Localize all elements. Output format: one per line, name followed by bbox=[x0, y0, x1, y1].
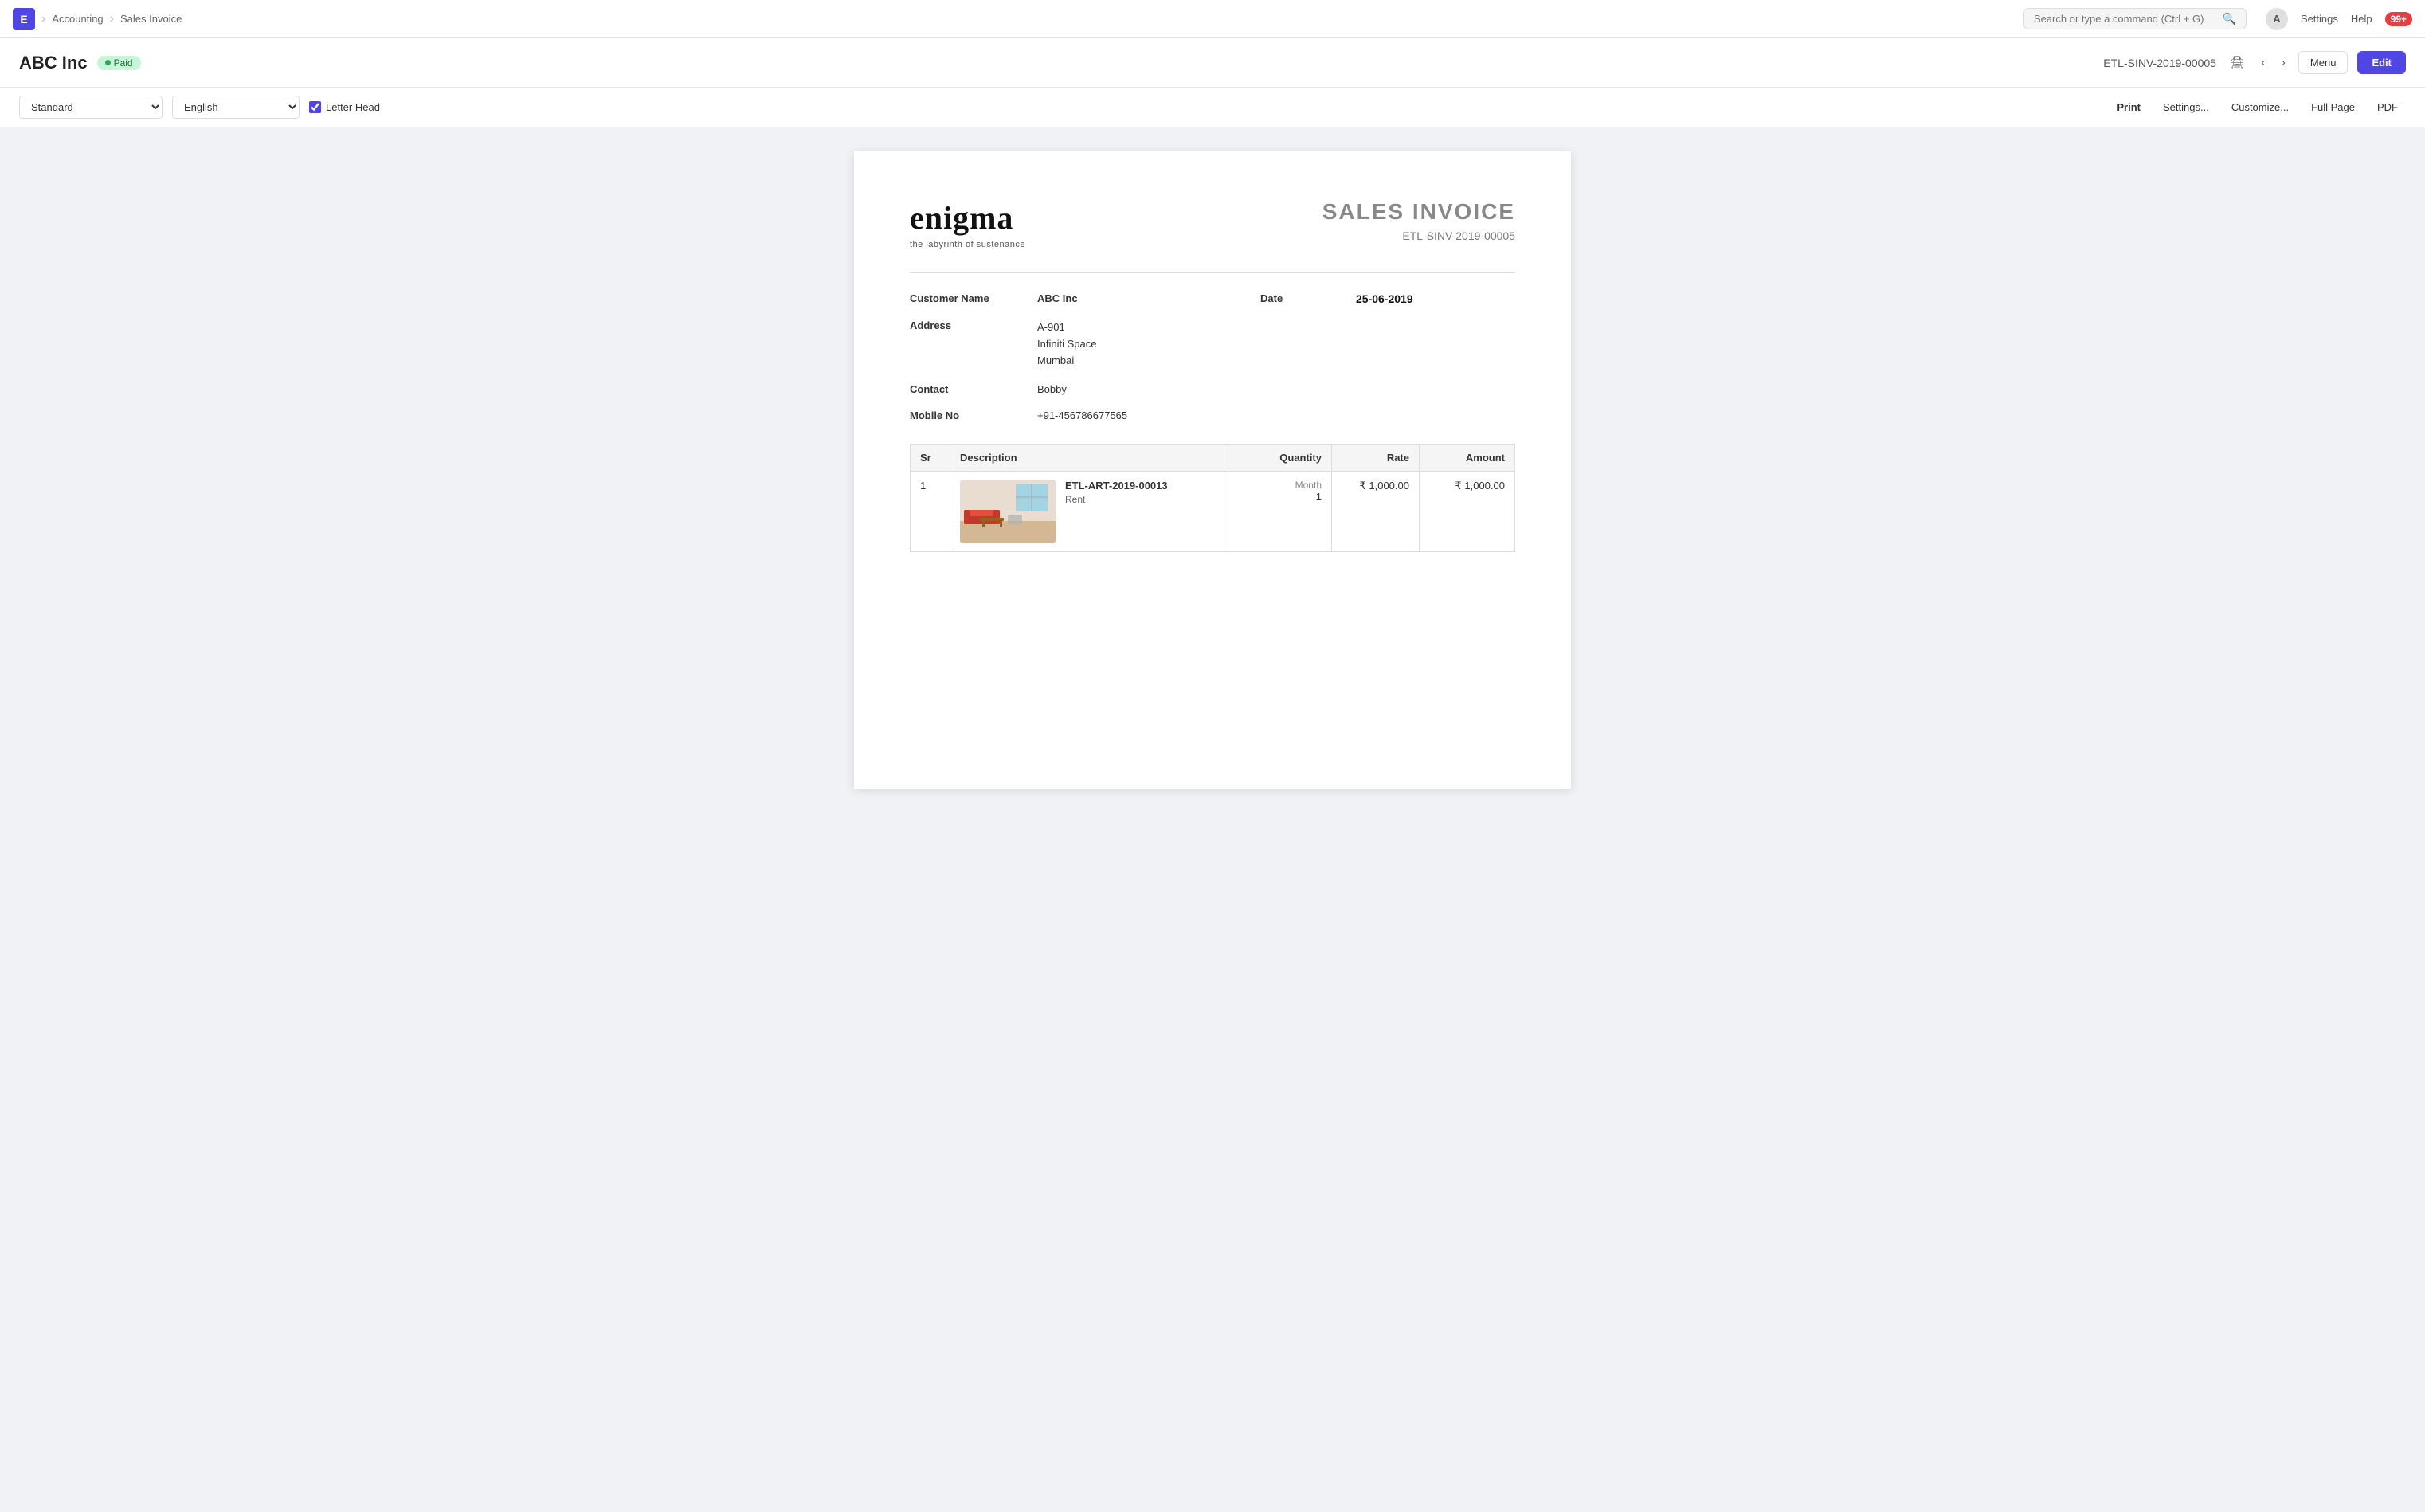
search-icon: 🔍 bbox=[2222, 12, 2235, 25]
customize-button[interactable]: Customize... bbox=[2223, 97, 2297, 117]
status-badge: Paid bbox=[97, 56, 141, 70]
item-code: ETL-ART-2019-00013 bbox=[1065, 480, 1168, 492]
document-id: ETL-SINV-2019-00005 bbox=[2103, 57, 2216, 69]
next-button[interactable]: › bbox=[2278, 53, 2289, 73]
breadcrumb-sep-2: › bbox=[110, 12, 114, 26]
address-label: Address bbox=[910, 319, 1037, 369]
letterhead-label: Letter Head bbox=[326, 101, 380, 113]
brand-tagline: the labyrinth of sustenance bbox=[910, 240, 1025, 249]
print-icon-button[interactable]: 🖨 bbox=[2226, 52, 2248, 74]
breadcrumb-accounting[interactable]: Accounting bbox=[52, 13, 103, 25]
customer-label: Customer Name bbox=[910, 292, 1037, 305]
invoice-number: ETL-SINV-2019-00005 bbox=[1322, 229, 1515, 242]
breadcrumb-sales-invoice: Sales Invoice bbox=[120, 13, 182, 25]
settings-link[interactable]: Settings bbox=[2301, 13, 2338, 25]
toolbar: Standard English Letter Head Print Setti… bbox=[0, 88, 2425, 127]
topnav: E › Accounting › Sales Invoice 🔍 A Setti… bbox=[0, 0, 2425, 38]
content-area: enigma the labyrinth of sustenance SALES… bbox=[0, 127, 2425, 813]
address-value: A-901 Infiniti Space Mumbai bbox=[1037, 319, 1260, 369]
mobile-value: +91-456786677565 bbox=[1037, 409, 1260, 421]
page-header: ABC Inc Paid ETL-SINV-2019-00005 🖨 ‹ › M… bbox=[0, 38, 2425, 88]
toolbar-actions: Print Settings... Customize... Full Page… bbox=[2109, 97, 2406, 117]
item-cell: ETL-ART-2019-00013 Rent bbox=[960, 480, 1218, 543]
item-description: Rent bbox=[1065, 494, 1168, 505]
brand-block: enigma the labyrinth of sustenance bbox=[910, 199, 1025, 249]
cell-amount: ₹ 1,000.00 bbox=[1420, 472, 1515, 552]
notifications-badge[interactable]: 99+ bbox=[2385, 12, 2412, 26]
col-rate: Rate bbox=[1332, 445, 1420, 472]
prev-button[interactable]: ‹ bbox=[2258, 53, 2268, 73]
search-bar[interactable]: 🔍 bbox=[2023, 8, 2247, 29]
mobile-label: Mobile No bbox=[910, 409, 1037, 421]
contact-value: Bobby bbox=[1037, 383, 1260, 395]
col-quantity: Quantity bbox=[1228, 445, 1332, 472]
invoice-header: enigma the labyrinth of sustenance SALES… bbox=[910, 199, 1515, 249]
search-input[interactable] bbox=[2034, 13, 2216, 25]
date-label: Date bbox=[1260, 292, 1356, 305]
item-text-block: ETL-ART-2019-00013 Rent bbox=[1065, 480, 1168, 505]
format-select[interactable]: Standard bbox=[19, 96, 163, 119]
app-logo[interactable]: E bbox=[13, 8, 35, 30]
col-description: Description bbox=[950, 445, 1228, 472]
items-table: Sr Description Quantity Rate Amount 1 bbox=[910, 444, 1515, 552]
date-value: 25-06-2019 bbox=[1356, 292, 1515, 305]
table-row: 1 bbox=[911, 472, 1515, 552]
invoice-paper: enigma the labyrinth of sustenance SALES… bbox=[854, 151, 1571, 789]
table-header-row: Sr Description Quantity Rate Amount bbox=[911, 445, 1515, 472]
brand-name: enigma bbox=[910, 199, 1025, 237]
cell-quantity: Month 1 bbox=[1228, 472, 1332, 552]
letterhead-checkbox-label[interactable]: Letter Head bbox=[309, 101, 380, 113]
menu-button[interactable]: Menu bbox=[2298, 51, 2349, 74]
invoice-title-block: SALES INVOICE ETL-SINV-2019-00005 bbox=[1322, 199, 1515, 242]
cell-description: ETL-ART-2019-00013 Rent bbox=[950, 472, 1228, 552]
language-select[interactable]: English bbox=[172, 96, 300, 119]
letterhead-checkbox[interactable] bbox=[309, 101, 321, 113]
pdf-button[interactable]: PDF bbox=[2369, 97, 2406, 117]
col-sr: Sr bbox=[911, 445, 950, 472]
settings-button[interactable]: Settings... bbox=[2155, 97, 2217, 117]
topnav-right: A Settings Help 99+ bbox=[2266, 8, 2412, 30]
status-label: Paid bbox=[114, 57, 133, 69]
page-header-right: ETL-SINV-2019-00005 🖨 ‹ › Menu Edit bbox=[2103, 51, 2406, 74]
col-amount: Amount bbox=[1420, 445, 1515, 472]
help-link[interactable]: Help bbox=[2351, 13, 2372, 25]
cell-rate: ₹ 1,000.00 bbox=[1332, 472, 1420, 552]
invoice-divider bbox=[910, 272, 1515, 273]
page-title-area: ABC Inc Paid bbox=[19, 53, 141, 73]
edit-button[interactable]: Edit bbox=[2357, 51, 2406, 74]
status-dot bbox=[105, 60, 111, 65]
avatar: A bbox=[2266, 8, 2288, 30]
invoice-title: SALES INVOICE bbox=[1322, 199, 1515, 225]
breadcrumb-sep-1: › bbox=[41, 12, 45, 26]
print-button[interactable]: Print bbox=[2109, 97, 2149, 117]
cell-sr: 1 bbox=[911, 472, 950, 552]
customer-value: ABC Inc bbox=[1037, 292, 1260, 305]
contact-label: Contact bbox=[910, 383, 1037, 395]
page-title: ABC Inc bbox=[19, 53, 88, 73]
room-illustration bbox=[960, 480, 1056, 543]
item-image bbox=[960, 480, 1056, 543]
invoice-info-grid: Customer Name ABC Inc Date 25-06-2019 Ad… bbox=[910, 292, 1515, 421]
fullpage-button[interactable]: Full Page bbox=[2303, 97, 2363, 117]
